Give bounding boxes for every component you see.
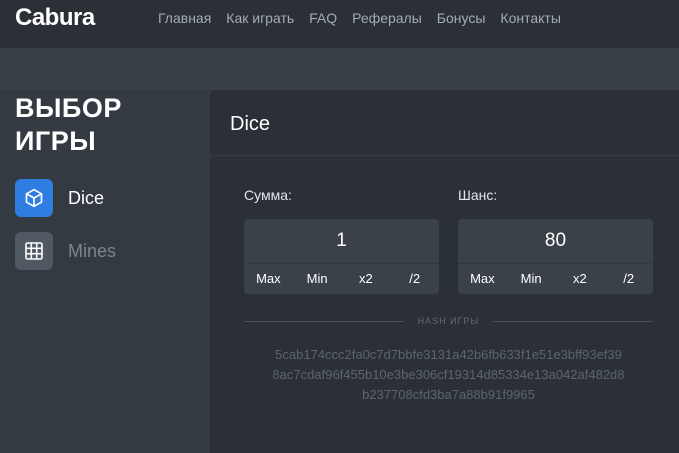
- sidebar-item-label: Dice: [68, 187, 105, 208]
- amount-double-button[interactable]: x2: [342, 264, 391, 294]
- chance-min-button[interactable]: Min: [507, 264, 556, 294]
- amount-buttons: Max Min x2 /2: [244, 263, 439, 294]
- sidebar-item-dice[interactable]: Dice: [15, 179, 104, 217]
- hash-title: HASH ИГРЫ: [417, 316, 480, 326]
- grid-icon: [15, 232, 53, 270]
- chance-input[interactable]: 80: [458, 219, 653, 263]
- amount-min-button[interactable]: Min: [293, 264, 342, 294]
- nav-item-contacts[interactable]: Контакты: [500, 10, 560, 26]
- logo[interactable]: Cabura: [15, 4, 95, 32]
- chance-double-button[interactable]: x2: [556, 264, 605, 294]
- sidebar-title: ВЫБОР ИГРЫ: [15, 93, 122, 156]
- amount-half-button[interactable]: /2: [390, 264, 439, 294]
- chance-half-button[interactable]: /2: [604, 264, 653, 294]
- hash-line-3: b237708cfd3ba7a88b91f9965: [362, 387, 535, 402]
- game-hash: 5cab174ccc2fa0c7d7bbfe3131a42b6fb633f1e5…: [244, 345, 653, 405]
- hash-divider: HASH ИГРЫ: [244, 315, 653, 329]
- sidebar-item-label: Mines: [68, 240, 117, 261]
- amount-label: Сумма:: [244, 187, 292, 203]
- nav-item-referrals[interactable]: Рефералы: [352, 10, 422, 26]
- amount-field: 1 Max Min x2 /2: [244, 219, 439, 294]
- panel-title: Dice: [210, 90, 679, 156]
- amount-input[interactable]: 1: [244, 219, 439, 263]
- chance-buttons: Max Min x2 /2: [458, 263, 653, 294]
- nav-item-how-to-play[interactable]: Как играть: [226, 10, 294, 26]
- sidebar-item-mines[interactable]: Mines: [15, 232, 116, 270]
- top-navbar: Cabura Главная Как играть FAQ Рефералы Б…: [0, 0, 679, 48]
- cube-icon: [15, 179, 53, 217]
- chance-max-button[interactable]: Max: [458, 264, 507, 294]
- nav-item-bonuses[interactable]: Бонусы: [437, 10, 486, 26]
- game-panel: Dice Сумма: 1 Max Min x2 /2 Шанс: 80 Max…: [210, 90, 679, 453]
- chance-label: Шанс:: [458, 187, 498, 203]
- nav-item-home[interactable]: Главная: [158, 10, 211, 26]
- hash-line-1: 5cab174ccc2fa0c7d7bbfe3131a42b6fb633f1e5…: [275, 347, 622, 362]
- amount-max-button[interactable]: Max: [244, 264, 293, 294]
- chance-field: 80 Max Min x2 /2: [458, 219, 653, 294]
- header-band: [0, 48, 679, 90]
- main-nav: Главная Как играть FAQ Рефералы Бонусы К…: [158, 10, 561, 26]
- nav-item-faq[interactable]: FAQ: [309, 10, 337, 26]
- hash-line-2: 8ac7cdaf96f455b10e3be306cf19314d85334e13…: [272, 367, 625, 382]
